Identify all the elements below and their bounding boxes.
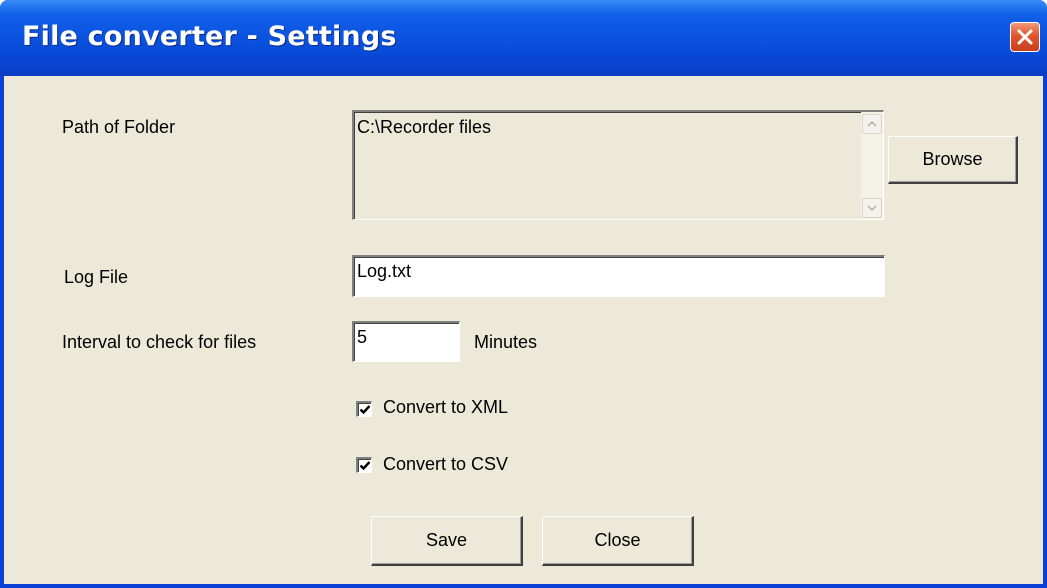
chevron-up-icon xyxy=(867,120,877,127)
convert-xml-checkbox[interactable] xyxy=(356,401,372,417)
log-file-value: Log.txt xyxy=(357,261,412,281)
scroll-down-button[interactable] xyxy=(862,198,882,218)
scroll-up-button[interactable] xyxy=(862,114,882,134)
chevron-down-icon xyxy=(867,205,877,212)
title-bar[interactable]: File converter - Settings xyxy=(0,0,1047,76)
settings-panel: Path of Folder C:\Recorder files Browse … xyxy=(4,76,1043,584)
interval-unit-label: Minutes xyxy=(474,332,538,352)
interval-field[interactable]: 5 xyxy=(352,321,460,362)
log-file-label: Log File xyxy=(64,267,129,287)
interval-label: Interval to check for files xyxy=(62,332,257,352)
convert-csv-label[interactable]: Convert to CSV xyxy=(383,454,508,475)
close-button[interactable]: Close xyxy=(542,516,694,566)
browse-button[interactable]: Browse xyxy=(888,136,1018,184)
folder-path-value: C:\Recorder files xyxy=(357,117,492,137)
convert-xml-label[interactable]: Convert to XML xyxy=(383,397,508,418)
settings-window: File converter - Settings Path of Folder… xyxy=(0,0,1047,588)
window-close-button[interactable] xyxy=(1010,22,1040,52)
path-label: Path of Folder xyxy=(62,117,176,137)
window-title: File converter - Settings xyxy=(22,21,397,52)
checkmark-icon xyxy=(359,461,371,471)
convert-csv-checkbox[interactable] xyxy=(356,457,372,473)
folder-path-scrollbar[interactable] xyxy=(861,112,883,219)
checkmark-icon xyxy=(359,405,371,415)
folder-path-field[interactable]: C:\Recorder files xyxy=(352,110,884,220)
log-file-field[interactable]: Log.txt xyxy=(352,255,885,297)
save-button[interactable]: Save xyxy=(371,516,523,566)
close-icon xyxy=(1017,29,1033,45)
interval-value: 5 xyxy=(357,327,368,347)
